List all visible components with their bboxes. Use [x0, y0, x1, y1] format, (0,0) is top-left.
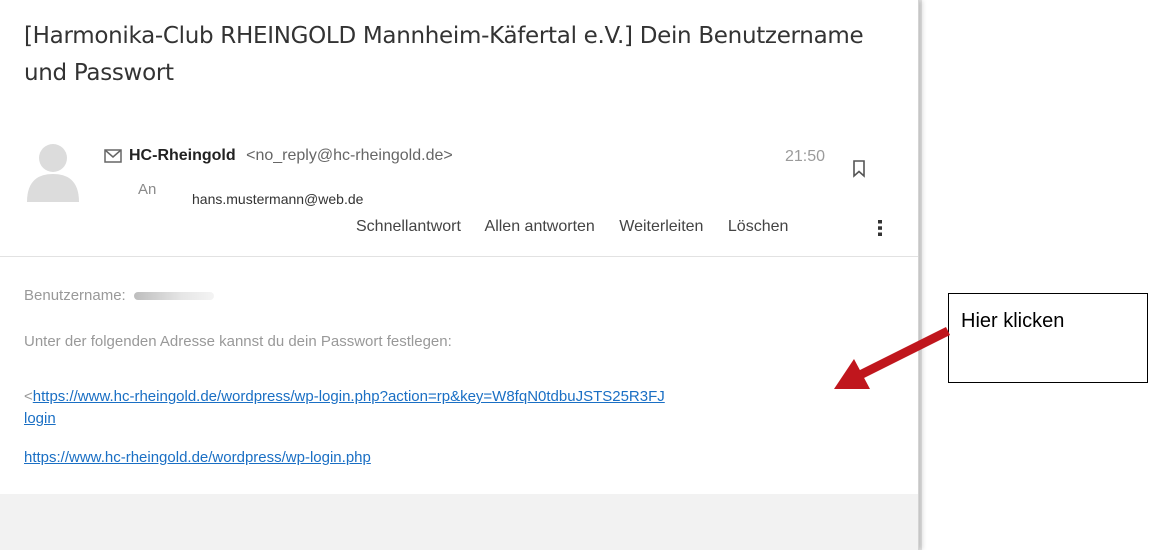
avatar [27, 144, 79, 202]
reset-password-link-cont[interactable]: login [24, 410, 56, 427]
reset-link-block: <https://www.hc-rheingold.de/wordpress/w… [24, 386, 884, 430]
recipient: hans.mustermann@web.de [192, 191, 364, 207]
email-view: [Harmonika-Club RHEINGOLD Mannheim-Käfer… [0, 0, 919, 550]
email-time: 21:50 [785, 148, 826, 165]
sender[interactable]: HC-Rheingold <no_reply@hc-rheingold.de> [129, 147, 453, 165]
sender-name: HC-Rheingold [129, 147, 236, 164]
footer-area [0, 494, 918, 550]
forward-button[interactable]: Weiterleiten [619, 218, 703, 235]
callout-box: Hier klicken [948, 293, 1148, 383]
delete-button[interactable]: Löschen [728, 218, 789, 235]
callout-arrow [834, 326, 951, 389]
login-link[interactable]: https://www.hc-rheingold.de/wordpress/wp… [24, 449, 371, 466]
quick-reply-button[interactable]: Schnellantwort [356, 218, 461, 235]
reset-link-prefix: < [24, 388, 33, 405]
more-vertical-icon[interactable] [877, 219, 883, 237]
username-redacted [133, 292, 214, 301]
reset-password-link[interactable]: https://www.hc-rheingold.de/wordpress/wp… [33, 388, 665, 405]
to-label: An [138, 181, 157, 198]
sender-email: <no_reply@hc-rheingold.de> [246, 147, 453, 164]
instruction-text: Unter der folgenden Adresse kannst du de… [24, 333, 452, 350]
callout-text: Hier klicken [961, 310, 1065, 332]
envelope-icon [104, 149, 122, 163]
email-subject: [Harmonika-Club RHEINGOLD Mannheim-Käfer… [24, 23, 864, 86]
header-divider [0, 256, 918, 257]
action-bar: Schnellantwort Allen antworten Weiterlei… [356, 218, 808, 236]
username-line: Benutzername: [24, 287, 214, 304]
username-label: Benutzername: [24, 287, 126, 304]
reply-all-button[interactable]: Allen antworten [485, 218, 595, 235]
bookmark-icon[interactable] [852, 160, 866, 178]
login-link-line: https://www.hc-rheingold.de/wordpress/wp… [24, 449, 371, 466]
